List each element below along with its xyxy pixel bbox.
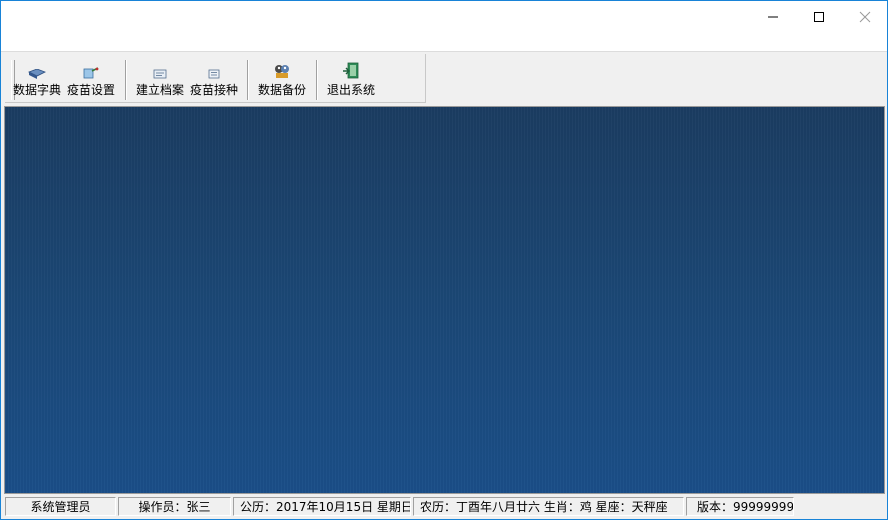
backup-icon [273, 57, 291, 79]
data-dictionary-icon [28, 57, 46, 79]
exit-button[interactable]: 退出系统 [327, 57, 375, 101]
status-bar: 系统管理员 操作员：张三 公历：2017年10月15日 星期日 农历：丁酉年八月… [1, 495, 887, 519]
app-window: 数据字典 疫苗设置 建立档案 疫苗接种 数据备份 退出系统 系统管理员 操作员：… [0, 0, 888, 520]
minimize-icon [768, 16, 778, 18]
vaccination-button[interactable]: 疫苗接种 [190, 57, 238, 101]
status-version: 版本：99999999 [686, 497, 794, 516]
status-lunar-date: 农历：丁酉年八月廿六 生肖：鸡 星座：天秤座 [413, 497, 684, 516]
toolbar-panel: 数据字典 疫苗设置 建立档案 疫苗接种 数据备份 退出系统 [5, 54, 426, 103]
vaccine-settings-button[interactable]: 疫苗设置 [67, 57, 115, 101]
maximize-button[interactable] [796, 1, 842, 33]
data-dictionary-button[interactable]: 数据字典 [13, 57, 61, 101]
title-bar [1, 1, 887, 51]
exit-icon [342, 57, 360, 79]
toolbar: 数据字典 疫苗设置 建立档案 疫苗接种 数据备份 退出系统 [1, 51, 887, 104]
toolbar-separator [316, 60, 318, 100]
status-solar-date: 公历：2017年10月15日 星期日 [233, 497, 411, 516]
close-icon [859, 11, 871, 23]
vaccine-settings-label: 疫苗设置 [67, 83, 116, 97]
vaccination-label: 疫苗接种 [190, 83, 239, 97]
toolbar-separator [247, 60, 249, 100]
status-role: 系统管理员 [5, 497, 116, 516]
close-button[interactable] [842, 1, 888, 33]
exit-label: 退出系统 [327, 83, 376, 97]
maximize-icon [814, 12, 824, 22]
vaccination-icon [206, 57, 222, 79]
vaccine-settings-icon [82, 57, 100, 79]
main-workspace [4, 106, 885, 494]
backup-button[interactable]: 数据备份 [258, 57, 306, 101]
create-record-label: 建立档案 [136, 83, 185, 97]
create-record-icon [152, 57, 168, 79]
backup-label: 数据备份 [258, 83, 307, 97]
create-record-button[interactable]: 建立档案 [136, 57, 184, 101]
toolbar-separator [125, 60, 127, 100]
data-dictionary-label: 数据字典 [13, 83, 62, 97]
minimize-button[interactable] [750, 1, 796, 33]
status-operator: 操作员：张三 [118, 497, 231, 516]
